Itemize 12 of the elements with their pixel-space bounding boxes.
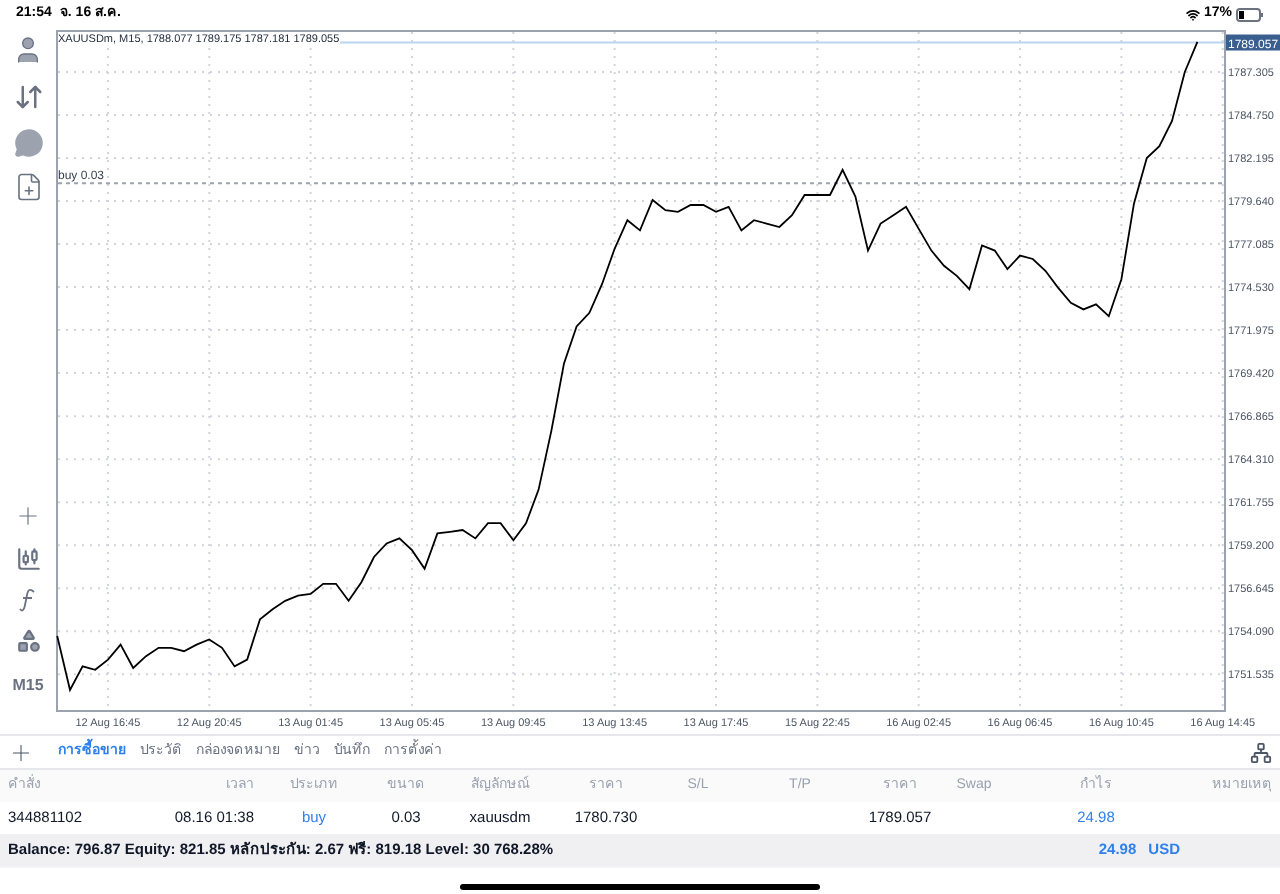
chat-icon[interactable] (13, 128, 43, 158)
timeframe-label[interactable]: M15 (12, 674, 44, 698)
new-document-icon[interactable] (13, 172, 43, 202)
transfer-icon[interactable] (13, 82, 43, 112)
wifi-icon (1185, 8, 1200, 22)
shapes-icon[interactable] (15, 628, 41, 654)
function-icon[interactable] (18, 588, 38, 612)
add-icon[interactable] (8, 739, 34, 765)
candlestick-icon[interactable] (15, 546, 41, 572)
layout-icon[interactable] (1250, 741, 1272, 763)
battery-icon (1236, 8, 1264, 22)
account-icon[interactable] (12, 34, 44, 66)
